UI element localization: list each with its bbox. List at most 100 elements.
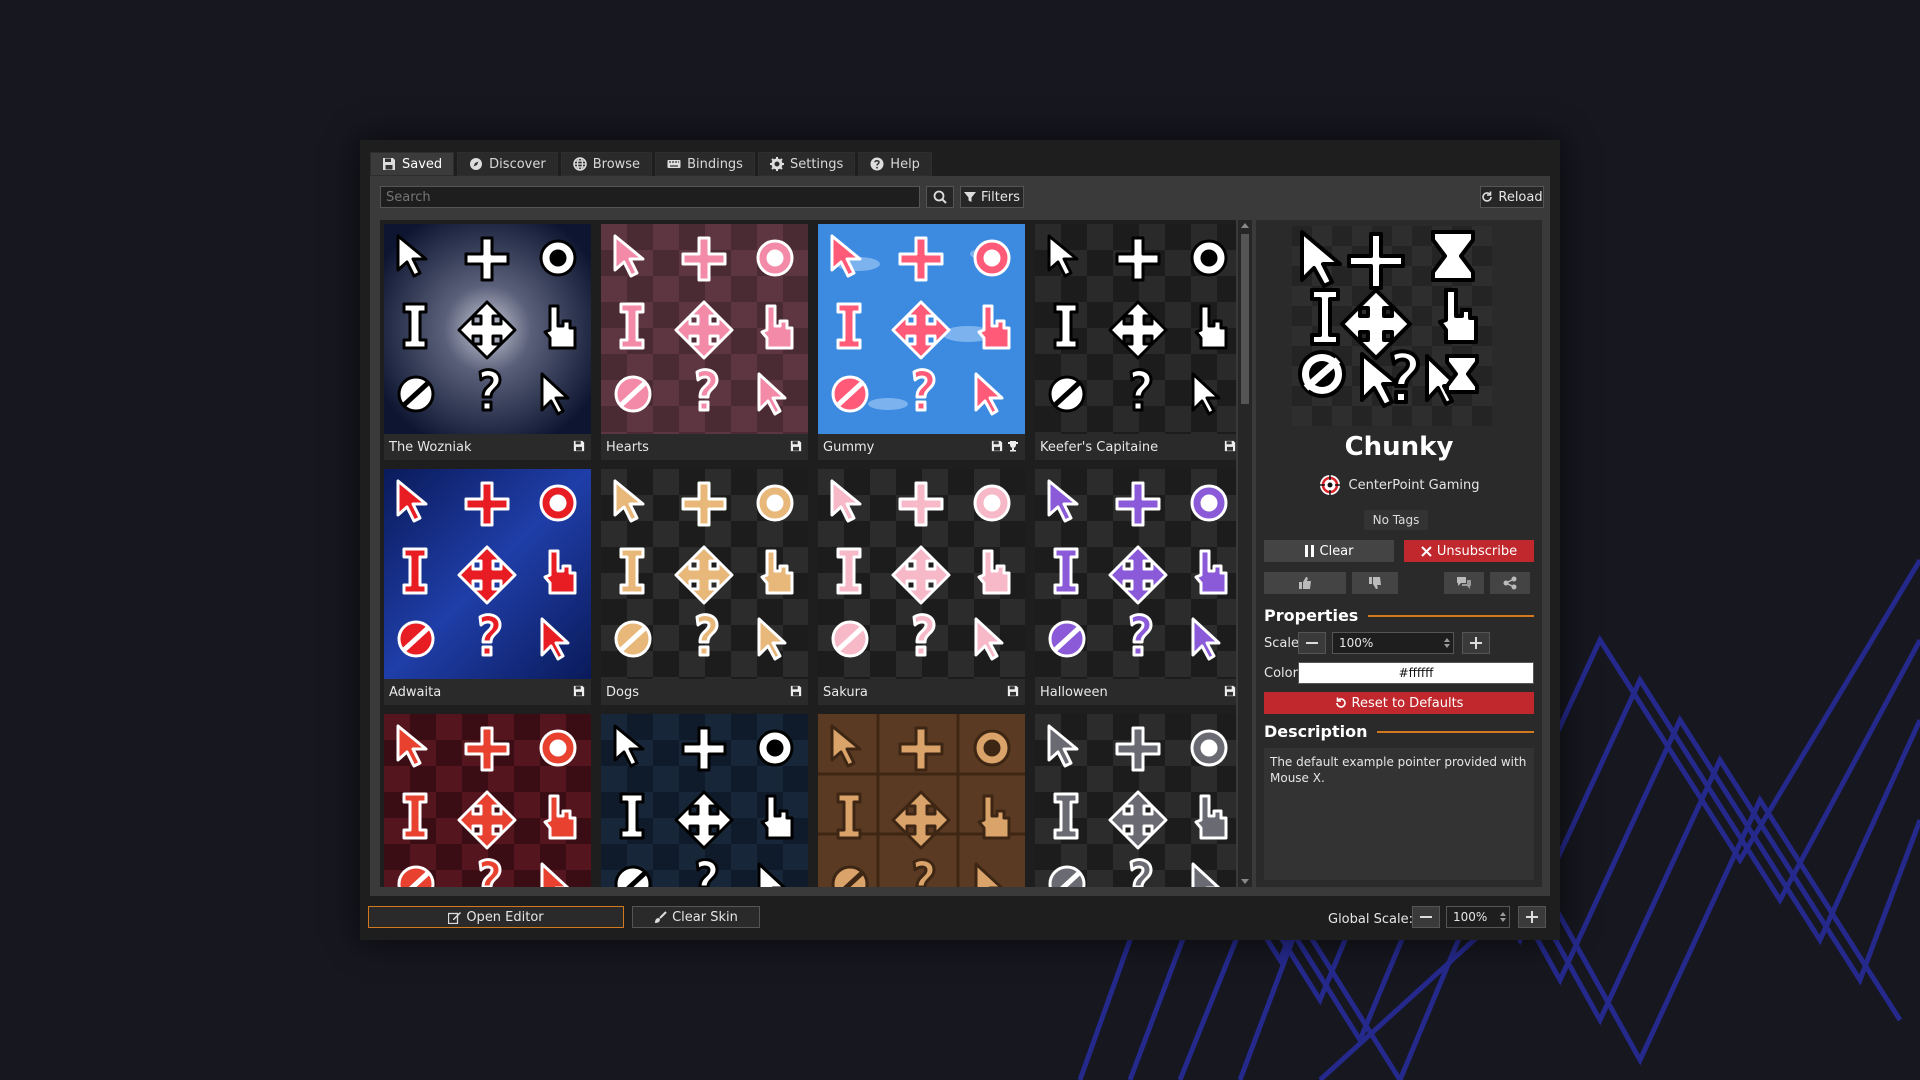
scrollbar-thumb[interactable] [1241, 234, 1249, 404]
tab-label: Bindings [687, 156, 743, 172]
save-icon[interactable] [573, 685, 585, 697]
scale-value: 100% [1339, 636, 1374, 650]
main-window: Saved Discover Browse Bindings Settings Help … [360, 140, 1560, 940]
properties-heading: Properties [1264, 606, 1534, 625]
author-name[interactable]: CenterPoint Gaming [1349, 478, 1480, 493]
color-value: #ffffff [1398, 666, 1434, 680]
skin-card[interactable] [601, 714, 808, 887]
author-row[interactable]: CenterPoint Gaming [1256, 474, 1542, 496]
skin-caption: The Wozniak [384, 434, 591, 460]
global-scale-label: Global Scale: [1328, 912, 1413, 927]
comments-icon [1457, 577, 1471, 589]
reset-defaults-button[interactable]: Reset to Defaults [1264, 692, 1534, 714]
skin-thumbnail[interactable] [818, 469, 1025, 679]
global-scale-increase-button[interactable] [1518, 906, 1546, 928]
clear-label: Clear [1319, 543, 1354, 559]
skin-caption: Adwaita [384, 679, 591, 705]
reload-label: Reload [1498, 189, 1543, 205]
tab-browse[interactable]: Browse [560, 152, 653, 176]
spin-arrows-icon[interactable] [1444, 637, 1450, 649]
tab-help[interactable]: Help [858, 152, 932, 176]
skin-card[interactable] [818, 714, 1025, 887]
thumbs-down-icon [1369, 577, 1381, 589]
global-scale-input[interactable]: 100% [1446, 906, 1510, 928]
minus-icon [1420, 916, 1432, 918]
save-icon [383, 158, 395, 170]
skin-thumbnail[interactable] [601, 469, 808, 679]
save-icon[interactable] [1224, 685, 1236, 697]
gear-icon [769, 157, 784, 171]
share-icon [1503, 576, 1517, 590]
save-icon[interactable] [991, 440, 1003, 452]
comments-button[interactable] [1444, 572, 1484, 594]
tab-label: Help [890, 156, 920, 172]
skin-card[interactable]: Dogs [601, 469, 808, 705]
search-input[interactable] [380, 186, 920, 208]
skin-name: Adwaita [389, 684, 442, 700]
filters-label: Filters [981, 189, 1020, 205]
tab-settings[interactable]: Settings [757, 152, 856, 176]
save-icon[interactable] [790, 685, 802, 697]
skin-caption: Halloween [1035, 679, 1236, 705]
skin-caption: Hearts [601, 434, 808, 460]
clear-button[interactable]: Clear [1264, 540, 1394, 562]
skin-card[interactable] [384, 714, 591, 887]
unsubscribe-button[interactable]: Unsubscribe [1404, 540, 1534, 562]
description-heading-text: Description [1264, 722, 1368, 741]
save-icon[interactable] [573, 440, 585, 452]
skin-grid: The Wozniak Hearts Gummy Keefer's Capitaine… [380, 220, 1236, 887]
compass-icon [470, 158, 483, 170]
trophy-icon [1008, 441, 1018, 452]
skin-card[interactable]: Halloween [1035, 469, 1236, 705]
skin-thumbnail[interactable] [384, 469, 591, 679]
skin-card[interactable] [1035, 714, 1236, 887]
scale-increase-button[interactable] [1462, 632, 1490, 654]
skin-thumbnail[interactable] [1035, 469, 1236, 679]
save-icon[interactable] [1007, 685, 1019, 697]
skin-thumbnail[interactable] [818, 714, 1025, 887]
grid-scrollbar[interactable] [1238, 220, 1252, 887]
scroll-up-icon[interactable] [1241, 222, 1249, 228]
skin-card[interactable]: Adwaita [384, 469, 591, 705]
clear-skin-button[interactable]: Clear Skin [632, 906, 760, 928]
skin-thumbnail[interactable] [384, 714, 591, 887]
description-heading: Description [1264, 722, 1534, 741]
skin-thumbnail[interactable] [384, 224, 591, 434]
reload-button[interactable]: Reload [1480, 186, 1544, 208]
color-field[interactable]: #ffffff [1298, 662, 1534, 684]
tab-bindings[interactable]: Bindings [655, 152, 755, 176]
skin-thumbnail[interactable] [601, 714, 808, 887]
global-scale-decrease-button[interactable] [1412, 906, 1440, 928]
skin-card[interactable]: Keefer's Capitaine [1035, 224, 1236, 460]
tab-label: Browse [592, 156, 641, 172]
skin-thumbnail[interactable] [601, 224, 808, 434]
save-icon[interactable] [790, 440, 802, 452]
skin-card[interactable]: Sakura [818, 469, 1025, 705]
content-panel: Filters Reload The Wozniak Hearts Gummy Kee… [370, 176, 1550, 896]
dislike-button[interactable] [1352, 572, 1398, 594]
spin-arrows-icon[interactable] [1500, 911, 1506, 923]
scale-decrease-button[interactable] [1298, 632, 1326, 654]
share-button[interactable] [1490, 572, 1530, 594]
skin-name: Dogs [606, 684, 639, 700]
scroll-down-icon[interactable] [1241, 879, 1249, 885]
tab-saved[interactable]: Saved [370, 152, 455, 176]
save-icon[interactable] [1224, 440, 1236, 452]
reload-icon [1482, 191, 1493, 202]
scale-input[interactable]: 100% [1332, 632, 1454, 654]
open-editor-button[interactable]: Open Editor [368, 906, 624, 928]
skin-name: Gummy [823, 439, 875, 455]
skin-card[interactable]: Hearts [601, 224, 808, 460]
tab-discover[interactable]: Discover [457, 152, 558, 176]
skin-thumbnail[interactable] [818, 224, 1025, 434]
skin-card[interactable]: Gummy [818, 224, 1025, 460]
skin-name: Hearts [606, 439, 649, 455]
filters-button[interactable]: Filters [960, 186, 1024, 208]
pause-icon [1304, 545, 1314, 557]
skin-thumbnail[interactable] [1035, 714, 1236, 887]
skin-thumbnail[interactable] [1035, 224, 1236, 434]
search-button[interactable] [926, 186, 954, 208]
edit-icon [448, 911, 462, 924]
skin-card[interactable]: The Wozniak [384, 224, 591, 460]
like-button[interactable] [1264, 572, 1346, 594]
